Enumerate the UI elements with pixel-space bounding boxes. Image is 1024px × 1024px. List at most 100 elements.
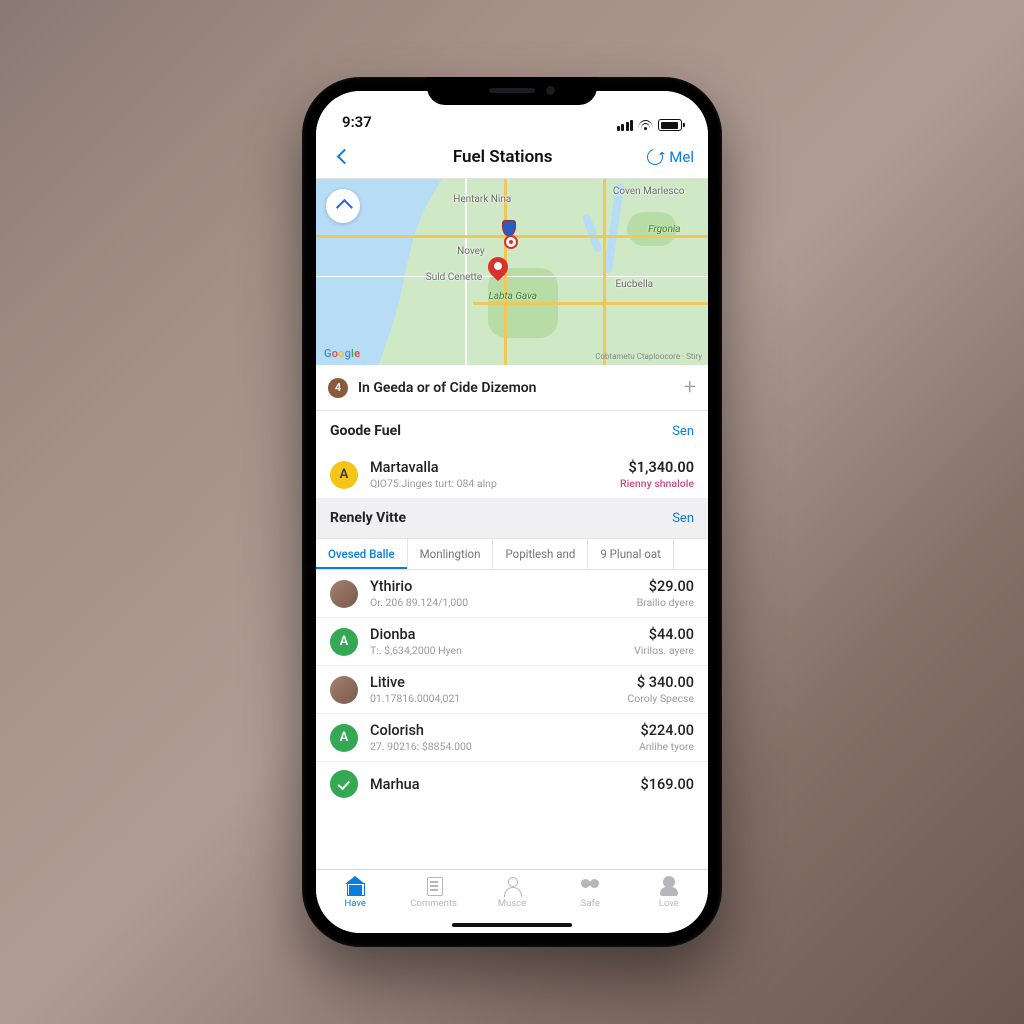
tab-monlingtion[interactable]: Monlingtion: [408, 539, 494, 569]
check-icon: [330, 770, 358, 798]
page-title: Fuel Stations: [453, 147, 553, 167]
map-attribution: Cobtametu Ctaploocore · Stiry: [595, 352, 702, 361]
station-row[interactable]: Litive01.17816.0004,021 $ 340.00Coroly Sp…: [316, 665, 708, 713]
tab-popitlesh-and[interactable]: Popitlesh and: [493, 539, 588, 569]
station-avatar: A: [330, 461, 358, 489]
signal-icon: [617, 120, 634, 131]
tabbar-item-home[interactable]: Have: [316, 876, 394, 909]
station-meta: T:. $,634,2000 Hyen: [370, 644, 622, 657]
station-row[interactable]: Marhua $169.00: [316, 761, 708, 806]
station-row[interactable]: A DionbaT:. $,634,2000 Hyen $44.00Virilos.…: [316, 617, 708, 665]
station-row[interactable]: A Colorish27. 90216: $8854.000 $224.00Anli…: [316, 713, 708, 761]
map-rivers: [582, 179, 622, 365]
station-price-block: $169.00: [641, 776, 694, 793]
section-title: Goode Fuel: [330, 423, 401, 439]
tabbar-label: Musce: [498, 898, 526, 909]
filter-tabs: Ovesed Balle Monlingtion Popitlesh and 9…: [316, 538, 708, 570]
map-highway: [473, 302, 708, 305]
header-action[interactable]: Mel: [647, 148, 694, 166]
map-label: Coven Marlesco: [613, 186, 685, 197]
station-info: Marhua: [370, 776, 629, 793]
status-right: [617, 119, 683, 131]
station-price: $29.00: [637, 578, 694, 595]
tabbar-item-prof[interactable]: Love: [630, 876, 708, 909]
station-price-block: $224.00Anlihe tyore: [639, 722, 694, 753]
map-label: Hentark Nina: [453, 194, 511, 205]
station-price: $224.00: [639, 722, 694, 739]
tabbar-item-user[interactable]: Musce: [473, 876, 551, 909]
station-price: $ 340.00: [627, 674, 694, 691]
prof-icon: [658, 876, 680, 896]
station-row[interactable]: YthirioOr. 206 89.124/1,000 $29.00Brailio…: [316, 570, 708, 617]
station-price-block: $ 340.00Coroly Specse: [627, 674, 694, 705]
station-price: $169.00: [641, 776, 694, 793]
station-row[interactable]: A Martavalla QlO75:Jinges turt: 084 alnp…: [316, 451, 708, 498]
station-meta: 01.17816.0004,021: [370, 692, 615, 705]
station-name: Colorish: [370, 722, 627, 739]
station-price: $44.00: [634, 626, 694, 643]
tab-plunal-oat[interactable]: 9 Plunal oat: [588, 539, 674, 569]
add-button[interactable]: +: [684, 375, 696, 400]
station-tag: Brailio dyere: [637, 596, 694, 609]
station-tag: Anlihe tyore: [639, 740, 694, 753]
station-price-block: $29.00Brailio dyere: [637, 578, 694, 609]
tabbar-item-doc[interactable]: Comments: [394, 876, 472, 909]
locate-button[interactable]: [326, 189, 360, 223]
station-avatar: A: [330, 724, 358, 752]
tabbar-label: Love: [659, 898, 679, 909]
map-highway: [603, 179, 606, 365]
tabbar-label: Have: [344, 898, 365, 909]
station-tag: Coroly Specse: [627, 692, 694, 705]
notch: [427, 77, 597, 105]
map-view[interactable]: Hentark Nina Coven Marlesco Novey Suld C…: [316, 179, 708, 365]
tabbar-label: Safe: [581, 898, 600, 909]
user-icon: [501, 876, 523, 896]
home-icon: [344, 876, 366, 896]
station-name: Litive: [370, 674, 615, 691]
map-marker-icon[interactable]: [504, 235, 518, 249]
map-label: Eucbella: [616, 279, 654, 290]
tab-ovesed-balle[interactable]: Ovesed Balle: [316, 539, 408, 569]
chevron-left-icon: [336, 149, 352, 165]
station-meta: 27. 90216: $8854.000: [370, 740, 627, 753]
station-avatar: [330, 676, 358, 704]
header-action-label: Mel: [669, 148, 694, 166]
station-list[interactable]: YthirioOr. 206 89.124/1,000 $29.00Brailio…: [316, 570, 708, 869]
map-label: Novey: [457, 246, 485, 257]
station-info: Colorish27. 90216: $8854.000: [370, 722, 627, 753]
station-info: DionbaT:. $,634,2000 Hyen: [370, 626, 622, 657]
tabbar-item-heart[interactable]: Safe: [551, 876, 629, 909]
location-bar[interactable]: 4 In Geeda or of Cide Dizemon +: [316, 365, 708, 411]
station-avatar: A: [330, 628, 358, 656]
station-tag: Virilos. ayere: [634, 644, 694, 657]
heart-icon: [579, 876, 601, 896]
section-action[interactable]: Sen: [672, 424, 694, 439]
featured-card: A Martavalla QlO75:Jinges turt: 084 alnp…: [316, 451, 708, 498]
map-label: Suld Cenette: [426, 272, 482, 283]
status-time: 9:37: [342, 113, 372, 131]
station-price: $1,340.00: [620, 459, 694, 476]
wifi-icon: [638, 120, 653, 131]
location-text: In Geeda or of Cide Dizemon: [358, 380, 674, 396]
station-price-block: $44.00Virilos. ayere: [634, 626, 694, 657]
section-action[interactable]: Sen: [672, 511, 694, 526]
doc-icon: [423, 876, 445, 896]
station-info: YthirioOr. 206 89.124/1,000: [370, 578, 625, 609]
map-pin-icon[interactable]: [488, 257, 508, 277]
map-park-label: Labta Gava: [488, 291, 537, 302]
station-name: Marhua: [370, 776, 629, 793]
tabbar-label: Comments: [410, 898, 457, 909]
section-header-goode-fuel: Goode Fuel Sen: [316, 411, 708, 451]
refresh-icon: [644, 146, 666, 168]
nav-header: Fuel Stations Mel: [316, 135, 708, 179]
back-button[interactable]: [330, 143, 358, 171]
station-info: Martavalla QlO75:Jinges turt: 084 alnp: [370, 459, 608, 490]
battery-icon: [658, 119, 682, 131]
location-count-badge: 4: [328, 378, 348, 398]
station-info: Litive01.17816.0004,021: [370, 674, 615, 705]
home-indicator[interactable]: [452, 923, 572, 928]
station-name: Dionba: [370, 626, 622, 643]
station-name: Ythirio: [370, 578, 625, 595]
station-name: Martavalla: [370, 459, 608, 476]
google-logo: Google: [324, 347, 360, 360]
